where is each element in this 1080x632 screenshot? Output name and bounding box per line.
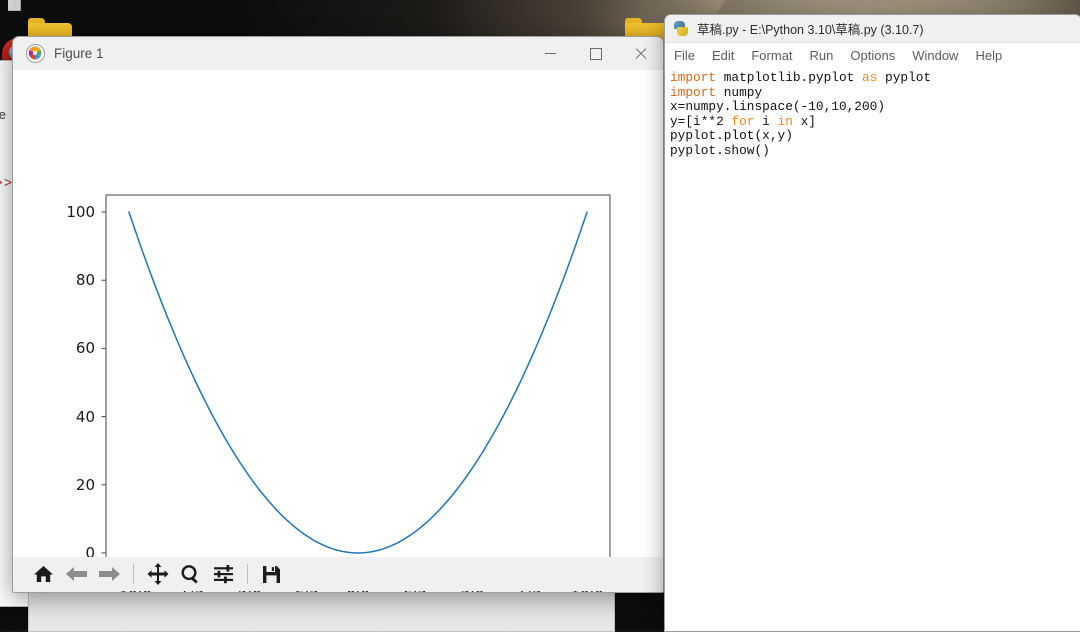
menu-item-help[interactable]: Help (975, 48, 1002, 63)
figure-window[interactable]: Figure 1 −10.0−7.5−5.0−2.50.02.55.07.510… (12, 36, 664, 593)
figure-canvas[interactable]: −10.0−7.5−5.0−2.50.02.55.07.510.00204060… (13, 70, 663, 592)
idle-titlebar[interactable]: 草稿.py - E:\Python 3.10\草稿.py (3.10.7) (665, 15, 1080, 43)
matplotlib-icon (26, 44, 45, 63)
code-line-5: pyplot.plot(x,y) (670, 128, 793, 144)
code-line-4: y=[i**2 for i in x] (670, 113, 816, 129)
toolbar-separator-2 (247, 564, 248, 584)
home-icon[interactable] (27, 560, 60, 588)
menu-item-format[interactable]: Format (751, 48, 792, 63)
idle-window-title: 草稿.py - E:\Python 3.10\草稿.py (3.10.7) (697, 23, 924, 37)
code-line-2: import numpy (670, 84, 763, 100)
y-tick-label: 60 (75, 339, 95, 358)
menu-item-window[interactable]: Window (912, 48, 958, 63)
figure-titlebar[interactable]: Figure 1 (13, 37, 663, 71)
menu-item-options[interactable]: Options (850, 48, 895, 63)
toolbar-separator-1 (133, 564, 134, 584)
code-line-6: pyplot.show() (670, 142, 770, 158)
pan-move-icon[interactable] (141, 560, 174, 588)
code-line-3: x=numpy.linspace(-10,10,200) (670, 99, 886, 115)
idle-code-editor[interactable]: import matplotlib.pyplot as pyplot import… (665, 67, 1080, 631)
code-line-1: import matplotlib.pyplot as pyplot (670, 70, 932, 85)
maximize-button[interactable] (573, 37, 618, 70)
close-button[interactable] (618, 37, 663, 70)
forward-arrow-icon[interactable] (93, 560, 126, 588)
menu-item-file[interactable]: File (674, 48, 695, 63)
save-floppy-icon[interactable] (255, 560, 288, 588)
background-window-bottom[interactable] (28, 592, 615, 632)
plot-area[interactable]: −10.0−7.5−5.0−2.50.02.55.07.510.00204060… (13, 70, 663, 592)
idle-menubar[interactable]: File Edit Format Run Options Window Help (665, 43, 1080, 68)
y-tick-label: 80 (75, 271, 95, 290)
y-tick-label: 100 (66, 203, 95, 222)
chart-svg (13, 70, 663, 575)
desktop-icon-label: ██ (8, 0, 21, 10)
figure-window-controls (528, 37, 663, 70)
menu-item-run[interactable]: Run (810, 48, 834, 63)
back-arrow-icon[interactable] (60, 560, 93, 588)
shell-menu-fragment[interactable]: ile (0, 105, 6, 125)
y-tick-label: 20 (75, 475, 95, 494)
python-icon (674, 21, 689, 36)
zoom-magnifier-icon[interactable] (174, 560, 207, 588)
menu-item-edit[interactable]: Edit (712, 48, 734, 63)
idle-editor-window[interactable]: 草稿.py - E:\Python 3.10\草稿.py (3.10.7) Fi… (664, 14, 1080, 632)
configure-subplots-icon[interactable] (207, 560, 240, 588)
minimize-button[interactable] (528, 37, 573, 70)
figure-window-title: Figure 1 (54, 46, 104, 61)
figure-toolbar[interactable] (13, 557, 663, 591)
y-tick-label: 40 (75, 407, 95, 426)
